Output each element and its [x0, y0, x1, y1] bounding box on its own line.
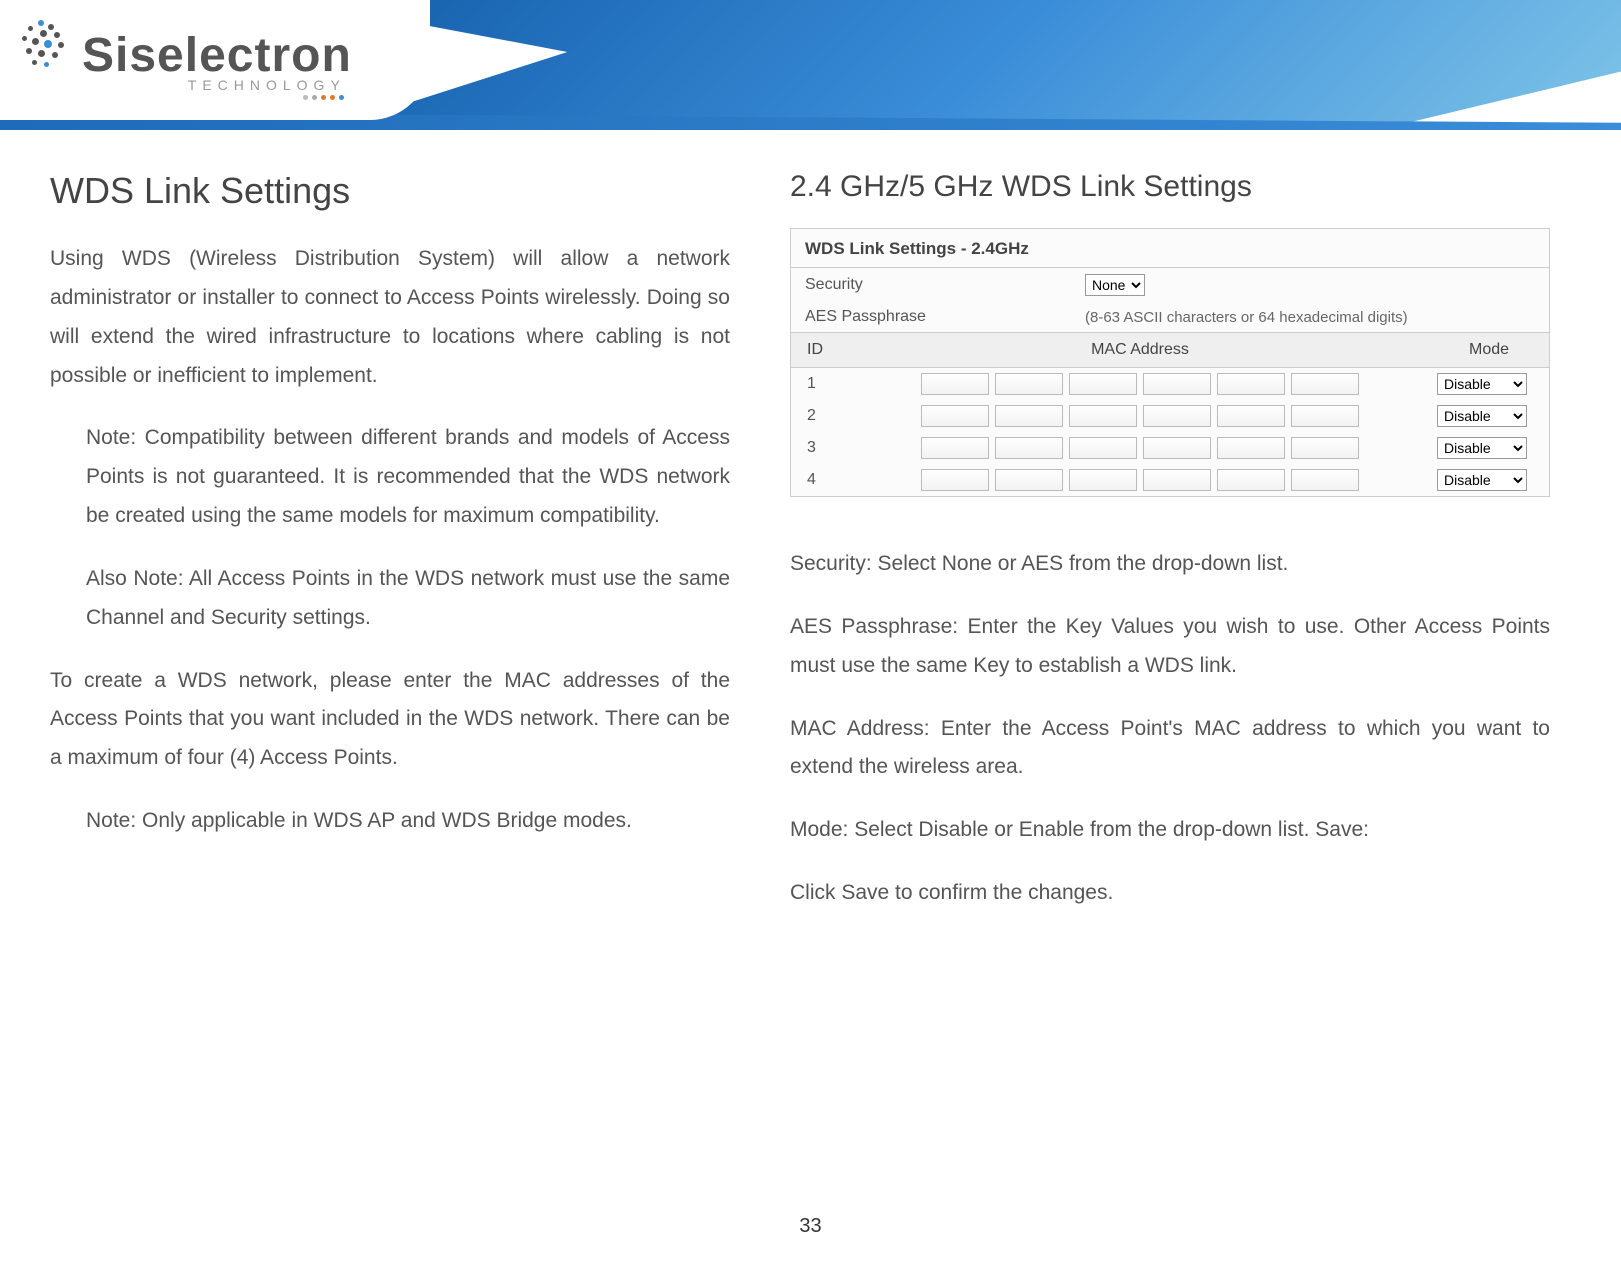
security-row: Security None: [791, 268, 1549, 302]
mac-segment-input[interactable]: [1069, 437, 1137, 459]
mode-select[interactable]: Disable: [1437, 405, 1527, 427]
mac-segment-input[interactable]: [921, 437, 989, 459]
th-mac: MAC Address: [851, 333, 1429, 368]
desc-passphrase: AES Passphrase: Enter the Key Values you…: [790, 608, 1550, 686]
brand-name: Siselectron: [82, 28, 352, 83]
brand-dots-icon: [82, 95, 352, 100]
passphrase-hint: (8-63 ASCII characters or 64 hexadecimal…: [1085, 309, 1408, 326]
mac-address-fields: [859, 469, 1421, 491]
mac-segment-input[interactable]: [921, 405, 989, 427]
table-row: 1 Disable: [791, 368, 1549, 401]
mac-segment-input[interactable]: [1069, 373, 1137, 395]
mac-segment-input[interactable]: [1217, 373, 1285, 395]
mac-segment-input[interactable]: [1143, 437, 1211, 459]
mac-segment-input[interactable]: [1217, 405, 1285, 427]
row-id: 2: [791, 400, 851, 432]
desc-mode: Mode: Select Disable or Enable from the …: [790, 811, 1550, 850]
intro-paragraph: Using WDS (Wireless Distribution System)…: [50, 240, 730, 395]
mac-address-fields: [859, 373, 1421, 395]
mac-segment-input[interactable]: [1217, 437, 1285, 459]
mac-segment-input[interactable]: [995, 437, 1063, 459]
brand-logo: Siselectron TECHNOLOGY: [0, 0, 430, 120]
passphrase-row: AES Passphrase (8-63 ASCII characters or…: [791, 302, 1549, 332]
mac-segment-input[interactable]: [1291, 437, 1359, 459]
mac-address-fields: [859, 437, 1421, 459]
mode-select[interactable]: Disable: [1437, 373, 1527, 395]
desc-save: Click Save to confirm the changes.: [790, 874, 1550, 913]
mac-segment-input[interactable]: [1143, 469, 1211, 491]
page-number: 33: [799, 1215, 821, 1238]
mode-select[interactable]: Disable: [1437, 437, 1527, 459]
security-select[interactable]: None: [1085, 274, 1145, 296]
mode-select[interactable]: Disable: [1437, 469, 1527, 491]
wds-table: ID MAC Address Mode 1: [791, 332, 1549, 496]
mac-segment-input[interactable]: [1291, 469, 1359, 491]
mac-segment-input[interactable]: [1069, 405, 1137, 427]
passphrase-label: AES Passphrase: [805, 308, 1085, 326]
desc-security: Security: Select None or AES from the dr…: [790, 545, 1550, 584]
th-id: ID: [791, 333, 851, 368]
table-row: 3 Disable: [791, 432, 1549, 464]
mac-segment-input[interactable]: [921, 469, 989, 491]
mac-segment-input[interactable]: [995, 469, 1063, 491]
panel-title: WDS Link Settings - 2.4GHz: [791, 229, 1549, 268]
section-title: 2.4 GHz/5 GHz WDS Link Settings: [790, 170, 1550, 204]
note-compatibility: Note: Compatibility between different br…: [50, 419, 730, 536]
security-label: Security: [805, 276, 1085, 294]
header-banner: Siselectron TECHNOLOGY: [0, 0, 1621, 130]
mac-segment-input[interactable]: [1143, 373, 1211, 395]
table-row: 4 Disable: [791, 464, 1549, 496]
mac-segment-input[interactable]: [1291, 405, 1359, 427]
th-mode: Mode: [1429, 333, 1549, 368]
table-row: 2 Disable: [791, 400, 1549, 432]
mac-address-fields: [859, 405, 1421, 427]
mac-segment-input[interactable]: [1291, 373, 1359, 395]
mac-segment-input[interactable]: [995, 405, 1063, 427]
create-network-paragraph: To create a WDS network, please enter th…: [50, 662, 730, 779]
row-id: 4: [791, 464, 851, 496]
desc-mac: MAC Address: Enter the Access Point's MA…: [790, 710, 1550, 788]
logo-mark-icon: [18, 18, 70, 70]
row-id: 1: [791, 368, 851, 401]
mac-segment-input[interactable]: [921, 373, 989, 395]
row-id: 3: [791, 432, 851, 464]
wds-settings-panel: WDS Link Settings - 2.4GHz Security None…: [790, 228, 1550, 497]
mac-segment-input[interactable]: [1217, 469, 1285, 491]
brand-text: Siselectron TECHNOLOGY: [82, 28, 352, 100]
mac-segment-input[interactable]: [1143, 405, 1211, 427]
mac-segment-input[interactable]: [995, 373, 1063, 395]
page-title: WDS Link Settings: [50, 170, 730, 212]
brand-tagline: TECHNOLOGY: [82, 77, 352, 93]
note-modes: Note: Only applicable in WDS AP and WDS …: [50, 802, 730, 841]
mac-segment-input[interactable]: [1069, 469, 1137, 491]
note-channel: Also Note: All Access Points in the WDS …: [50, 560, 730, 638]
